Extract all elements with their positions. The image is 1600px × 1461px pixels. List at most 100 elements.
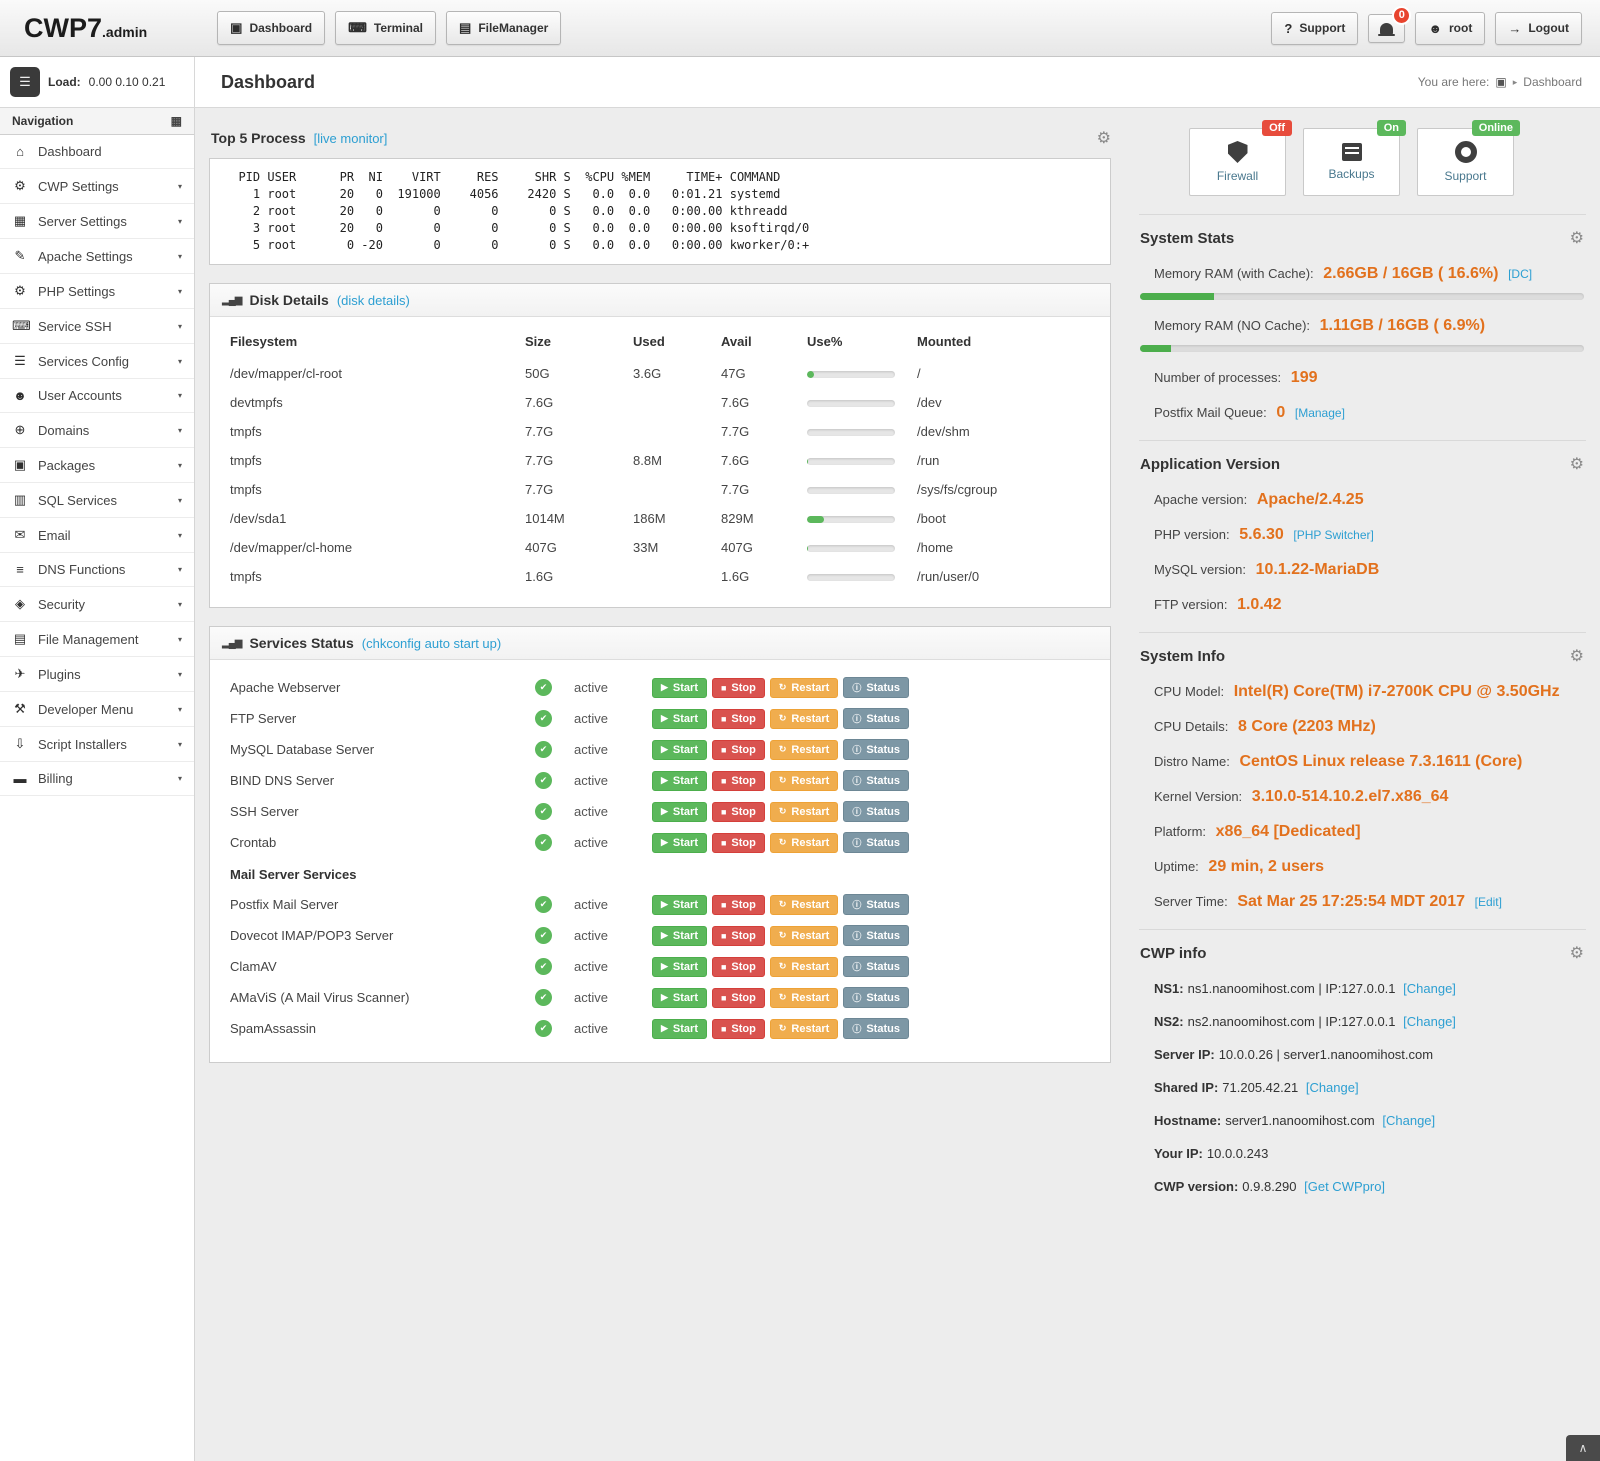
stop-button[interactable]: ■Stop	[712, 740, 765, 760]
sidebar-item-plugins[interactable]: ✈ Plugins ▾	[0, 657, 194, 692]
terminal-nav-button[interactable]: ⌨ Terminal	[335, 11, 436, 45]
stop-button[interactable]: ■Stop	[712, 988, 765, 1008]
start-button[interactable]: ▶Start	[652, 678, 707, 698]
restart-button[interactable]: ↻Restart	[770, 988, 838, 1008]
layout-icon[interactable]: ▦	[171, 114, 182, 128]
settings-gear-icon[interactable]: ⚙	[1570, 228, 1584, 248]
settings-gear-icon[interactable]: ⚙	[1570, 646, 1584, 666]
start-button[interactable]: ▶Start	[652, 833, 707, 853]
sidebar-item-user-accounts[interactable]: ☻ User Accounts ▾	[0, 379, 194, 413]
sidebar-item-dns-functions[interactable]: ≡ DNS Functions ▾	[0, 553, 194, 587]
restart-button[interactable]: ↻Restart	[770, 678, 838, 698]
start-button[interactable]: ▶Start	[652, 709, 707, 729]
cwp-info-link[interactable]: [Change]	[1403, 981, 1456, 996]
start-button[interactable]: ▶Start	[652, 740, 707, 760]
sidebar-item-dashboard[interactable]: ⌂ Dashboard	[0, 135, 194, 169]
dashboard-nav-button[interactable]: ▣ Dashboard	[217, 11, 325, 45]
stop-button[interactable]: ■Stop	[712, 709, 765, 729]
stop-button[interactable]: ■Stop	[712, 833, 765, 853]
start-button[interactable]: ▶Start	[652, 771, 707, 791]
sidebar-item-developer-menu[interactable]: ⚒ Developer Menu ▾	[0, 692, 194, 727]
column-header: Use%	[807, 334, 917, 349]
sidebar-item-email[interactable]: ✉ Email ▾	[0, 518, 194, 553]
stop-button[interactable]: ■Stop	[712, 957, 765, 977]
stop-button[interactable]: ■Stop	[712, 678, 765, 698]
chevron-down-icon: ▾	[178, 287, 182, 296]
settings-gear-icon[interactable]: ⚙	[1097, 128, 1111, 148]
status-button[interactable]: ⓘStatus	[843, 770, 909, 791]
status-button[interactable]: ⓘStatus	[843, 801, 909, 822]
status-button[interactable]: ⓘStatus	[843, 956, 909, 977]
support-card-label: Support	[1444, 169, 1486, 183]
stop-button[interactable]: ■Stop	[712, 771, 765, 791]
sidebar-item-sql-services[interactable]: ▥ SQL Services ▾	[0, 483, 194, 518]
restart-button[interactable]: ↻Restart	[770, 771, 838, 791]
cwp-info-link[interactable]: [Change]	[1403, 1014, 1456, 1029]
restart-button[interactable]: ↻Restart	[770, 833, 838, 853]
stop-button[interactable]: ■Stop	[712, 895, 765, 915]
system-info-link[interactable]: [Edit]	[1475, 895, 1502, 909]
dc-link[interactable]: [DC]	[1508, 267, 1532, 281]
settings-gear-icon[interactable]: ⚙	[1570, 943, 1584, 963]
usage-bar	[807, 487, 895, 494]
start-button[interactable]: ▶Start	[652, 1019, 707, 1039]
disk-details-link[interactable]: (disk details)	[337, 293, 410, 308]
restart-button[interactable]: ↻Restart	[770, 957, 838, 977]
usage-bar-fill	[807, 516, 824, 523]
restart-button[interactable]: ↻Restart	[770, 709, 838, 729]
version-link[interactable]: [PHP Switcher]	[1293, 528, 1373, 542]
start-button[interactable]: ▶Start	[652, 988, 707, 1008]
restart-button[interactable]: ↻Restart	[770, 1019, 838, 1039]
start-button[interactable]: ▶Start	[652, 957, 707, 977]
sidebar-item-service-ssh[interactable]: ⌨ Service SSH ▾	[0, 309, 194, 344]
live-monitor-link[interactable]: [live monitor]	[314, 131, 388, 146]
status-button[interactable]: ⓘStatus	[843, 739, 909, 760]
status-button[interactable]: ⓘStatus	[843, 1018, 909, 1039]
cwp-info-link[interactable]: [Get CWPpro]	[1304, 1179, 1385, 1194]
start-button[interactable]: ▶Start	[652, 895, 707, 915]
status-button[interactable]: ⓘStatus	[843, 832, 909, 853]
scroll-top-button[interactable]: ∧	[1566, 1435, 1600, 1461]
status-button[interactable]: ⓘStatus	[843, 894, 909, 915]
notifications-button[interactable]: 0	[1368, 14, 1405, 43]
firewall-card[interactable]: Off Firewall	[1189, 128, 1286, 196]
sidebar-item-services-config[interactable]: ☰ Services Config ▾	[0, 344, 194, 379]
info-icon: ⓘ	[852, 898, 861, 911]
status-button[interactable]: ⓘStatus	[843, 708, 909, 729]
breadcrumb-current[interactable]: Dashboard	[1523, 75, 1582, 89]
process-table: PID USER PR NI VIRT RES SHR S %CPU %MEM …	[209, 158, 1111, 265]
support-card[interactable]: Online Support	[1417, 128, 1514, 196]
sidebar-item-apache-settings[interactable]: ✎ Apache Settings ▾	[0, 239, 194, 274]
sidebar-item-domains[interactable]: ⊕ Domains ▾	[0, 413, 194, 448]
cwp-info-link[interactable]: [Change]	[1306, 1080, 1359, 1095]
status-button[interactable]: ⓘStatus	[843, 987, 909, 1008]
sidebar-item-cwp-settings[interactable]: ⚙ CWP Settings ▾	[0, 169, 194, 204]
restart-button[interactable]: ↻Restart	[770, 802, 838, 822]
sidebar-item-server-settings[interactable]: ▦ Server Settings ▾	[0, 204, 194, 239]
sidebar-item-php-settings[interactable]: ⚙ PHP Settings ▾	[0, 274, 194, 309]
sidebar-item-script-installers[interactable]: ⇩ Script Installers ▾	[0, 727, 194, 762]
stop-button[interactable]: ■Stop	[712, 926, 765, 946]
manage-link[interactable]: [Manage]	[1295, 406, 1345, 420]
restart-button[interactable]: ↻Restart	[770, 926, 838, 946]
status-button[interactable]: ⓘStatus	[843, 925, 909, 946]
start-button[interactable]: ▶Start	[652, 802, 707, 822]
start-button[interactable]: ▶Start	[652, 926, 707, 946]
filemanager-nav-button[interactable]: ▤ FileManager	[446, 11, 561, 45]
logout-button[interactable]: → Logout	[1495, 12, 1582, 45]
status-button[interactable]: ⓘStatus	[843, 677, 909, 698]
restart-button[interactable]: ↻Restart	[770, 740, 838, 760]
sidebar-item-file-management[interactable]: ▤ File Management ▾	[0, 622, 194, 657]
stop-button[interactable]: ■Stop	[712, 1019, 765, 1039]
support-button[interactable]: ? Support	[1271, 12, 1358, 45]
stop-button[interactable]: ■Stop	[712, 802, 765, 822]
sidebar-item-billing[interactable]: ▬ Billing ▾	[0, 762, 194, 796]
user-button[interactable]: ☻ root	[1415, 12, 1485, 45]
cwp-info-link[interactable]: [Change]	[1382, 1113, 1435, 1128]
sidebar-item-packages[interactable]: ▣ Packages ▾	[0, 448, 194, 483]
sidebar-item-security[interactable]: ◈ Security ▾	[0, 587, 194, 622]
restart-button[interactable]: ↻Restart	[770, 895, 838, 915]
settings-gear-icon[interactable]: ⚙	[1570, 454, 1584, 474]
backups-card[interactable]: On Backups	[1303, 128, 1400, 196]
chkconfig-link[interactable]: (chkconfig auto start up)	[362, 636, 501, 651]
